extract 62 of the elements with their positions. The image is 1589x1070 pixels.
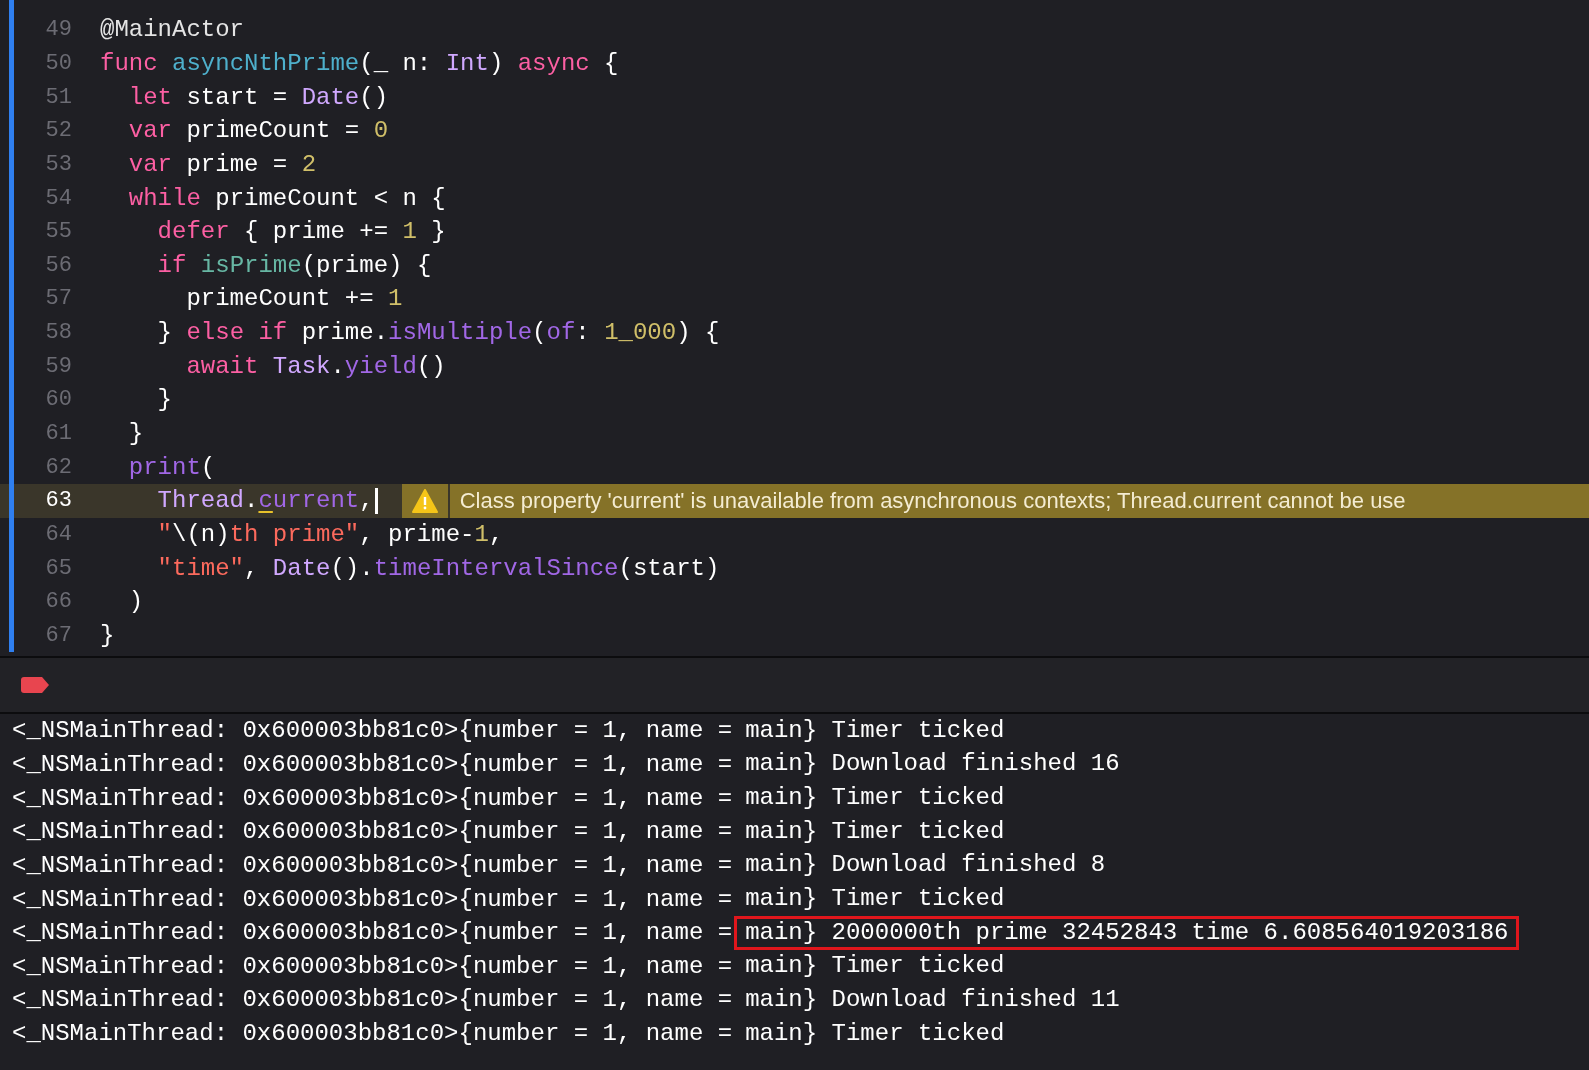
line-number: 66: [44, 589, 72, 615]
code-line: } else if prime.isMultiple(of: 1_000) {: [156, 319, 720, 347]
code-line: var primeCount = 0: [127, 117, 389, 145]
console-text: <_NSMainThread: 0x600003bb81c0>{number = 1, name =: [12, 784, 733, 812]
code-line: defer { prime += 1 }: [156, 218, 446, 246]
code-line: Thread.current,: [156, 487, 374, 515]
line-number: 51: [44, 84, 72, 110]
line-number: 56: [44, 252, 72, 278]
console-text: <_NSMainThread: 0x600003bb81c0>{number = 1, name =: [12, 1020, 733, 1048]
line-number: 50: [44, 50, 72, 76]
warning-message: Class property 'current' is unavailable from asynchronous contexts; Thread.current cannot be use: [459, 487, 1406, 514]
console-message: main} Timer ticked: [744, 783, 1006, 814]
console-message: main} Download finished 11: [744, 984, 1121, 1015]
code-line: let start = Date(): [127, 83, 389, 111]
code-line: }: [100, 621, 115, 649]
code-line: @MainActor: [100, 16, 245, 44]
line-number: 64: [44, 521, 72, 547]
console-message: main} Timer ticked: [744, 715, 1006, 746]
console-text: <_NSMainThread: 0x600003bb81c0>{number = 1, name =: [12, 717, 733, 745]
line-number: 57: [44, 286, 72, 312]
console-text: <_NSMainThread: 0x600003bb81c0>{number = 1, name =: [12, 885, 733, 913]
console-text: <_NSMainThread: 0x600003bb81c0>{number = 1, name =: [12, 986, 733, 1014]
warning-icon: [411, 488, 438, 513]
code-line: }: [156, 386, 172, 414]
highlighted-console-message: main} 2000000th prime 32452843 time 6.608564019203186: [734, 915, 1520, 950]
code-line: await Task.yield(): [185, 352, 446, 380]
line-number: 61: [44, 421, 72, 446]
code-line: primeCount += 1: [185, 285, 403, 313]
line-number: 62: [44, 454, 72, 480]
line-number: 58: [44, 320, 72, 346]
code-line: while primeCount < n {: [127, 184, 446, 212]
console-message: main} Timer ticked: [744, 951, 1006, 982]
code-line: "time", Date().timeIntervalSince(start): [156, 554, 720, 582]
console-message: main} Download finished 8: [744, 850, 1107, 881]
console-message: main} Timer ticked: [744, 1018, 1006, 1049]
code-line: var prime = 2: [127, 150, 317, 178]
line-number: 67: [44, 622, 72, 648]
code-line: }: [127, 420, 144, 447]
console-text: <_NSMainThread: 0x600003bb81c0>{number = 1, name =: [12, 750, 733, 778]
line-number: 54: [44, 185, 72, 211]
code-line: ): [127, 588, 144, 616]
tag-icon[interactable]: [20, 676, 50, 694]
console-message: main} Download finished 16: [744, 749, 1121, 780]
console-message: main} Timer ticked: [744, 816, 1006, 847]
code-line: func asyncNthPrime(_ n: Int) async {: [100, 49, 619, 77]
console-text: <_NSMainThread: 0x600003bb81c0>{number = 1, name =: [12, 851, 733, 879]
line-number: 53: [44, 151, 72, 177]
console-text: <_NSMainThread: 0x600003bb81c0>{number = 1, name =: [12, 919, 733, 947]
line-number: 49: [44, 17, 72, 43]
line-number: 59: [44, 353, 72, 379]
line-number: 65: [44, 555, 72, 581]
console-text: <_NSMainThread: 0x600003bb81c0>{number = 1, name =: [12, 818, 733, 846]
code-line: "\(n)th prime", prime-1,: [156, 520, 504, 548]
warning-banner[interactable]: Class property 'current' is unavailable from asynchronous contexts; Thread.current cannot be use: [401, 483, 1589, 518]
console-message: main} Timer ticked: [744, 884, 1006, 915]
console-text: <_NSMainThread: 0x600003bb81c0>{number = 1, name =: [12, 952, 733, 980]
line-number: 63: [44, 488, 72, 514]
line-number: 55: [44, 219, 72, 245]
code-line: print(: [127, 453, 216, 481]
code-line: if isPrime(prime) {: [156, 251, 432, 279]
line-number: 60: [44, 387, 72, 413]
line-number: 52: [44, 118, 72, 144]
